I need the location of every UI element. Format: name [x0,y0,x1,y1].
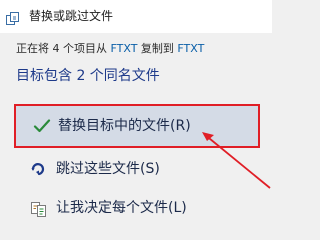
skip-files-option[interactable]: 跳过这些文件(S) [16,150,256,190]
copy-progress-text: 正在将 4 个项目从 FTXT 复制到 FTXT [16,41,204,56]
file-replace-icon [6,10,20,25]
decide-each-file-label: 让我决定每个文件(L) [56,200,187,216]
progress-prefix: 正在将 4 个项目从 [16,42,111,55]
decide-each-file-option[interactable]: 让我决定每个文件(L) [16,189,256,229]
checkmark-icon [33,117,51,135]
replace-or-skip-dialog: 替换或跳过文件 正在将 4 个项目从 FTXT 复制到 FTXT 目标包含 2 … [0,0,272,223]
window-title: 替换或跳过文件 [29,9,114,23]
conflict-headline: 目标包含 2 个同名文件 [16,68,160,84]
skip-arrow-icon [30,161,48,179]
source-folder-link[interactable]: FTXT [111,42,138,55]
progress-middle: 复制到 [137,42,178,55]
compare-files-icon [30,200,48,218]
title-bar: 替换或跳过文件 [0,0,272,33]
replace-files-option[interactable]: 替换目标中的文件(R) [14,104,260,148]
destination-folder-link[interactable]: FTXT [177,42,204,55]
replace-files-label: 替换目标中的文件(R) [58,118,191,134]
skip-files-label: 跳过这些文件(S) [56,161,160,177]
